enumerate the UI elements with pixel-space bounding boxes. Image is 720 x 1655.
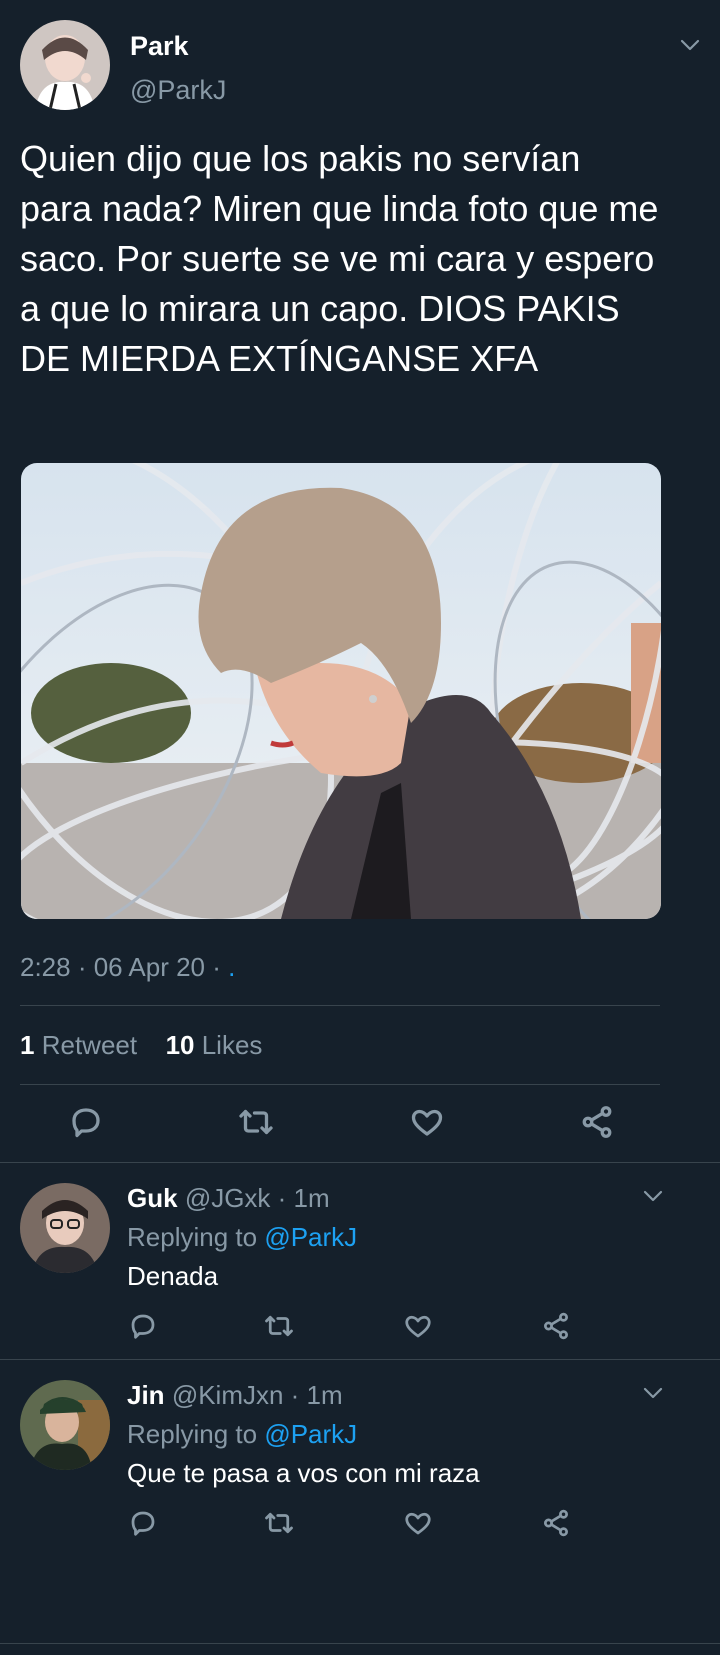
reply-menu-button[interactable]: [643, 1386, 663, 1404]
reply-icon: [131, 1511, 155, 1536]
reply-author-name[interactable]: Jin: [127, 1380, 165, 1410]
like-icon: [405, 1315, 431, 1338]
likes-label: Likes: [201, 1030, 263, 1060]
reply-action-reply[interactable]: [128, 1311, 158, 1341]
retweet-button[interactable]: [238, 1104, 274, 1140]
like-icon: [405, 1512, 431, 1535]
replying-to-handle[interactable]: @ParkJ: [264, 1419, 357, 1449]
share-icon: [544, 1312, 568, 1340]
reply-action-retweet[interactable]: [264, 1508, 294, 1538]
tweet-photo[interactable]: [21, 463, 661, 919]
chevron-down-icon: [643, 1190, 663, 1202]
reply-header: Jin @KimJxn · 1m: [127, 1378, 343, 1412]
chevron-down-icon: [680, 39, 700, 51]
reply-button[interactable]: [68, 1104, 104, 1140]
reply-menu-button[interactable]: [643, 1189, 663, 1207]
replying-to-handle[interactable]: @ParkJ: [264, 1222, 357, 1252]
retweets-label: Retweet: [41, 1030, 138, 1060]
retweets-count: 1: [20, 1030, 35, 1060]
reply-avatar[interactable]: [20, 1380, 110, 1470]
like-button[interactable]: [409, 1104, 445, 1140]
retweet-icon: [265, 1512, 293, 1534]
share-button[interactable]: [579, 1104, 615, 1140]
reply-author-meta[interactable]: @KimJxn · 1m: [172, 1380, 343, 1410]
reply-icon: [131, 1314, 155, 1339]
reply-item[interactable]: Guk @JGxk · 1m Replying to @ParkJ Denada: [0, 1163, 720, 1359]
share-icon: [582, 1106, 612, 1138]
retweet-icon: [239, 1109, 273, 1135]
reply-action-share[interactable]: [541, 1311, 571, 1341]
tweet-timestamp: 2:28 · 06 Apr 20 · .: [20, 950, 235, 984]
author-handle[interactable]: @ParkJ: [130, 74, 226, 106]
chevron-down-icon: [643, 1387, 663, 1399]
divider: [20, 1005, 660, 1006]
reply-avatar[interactable]: [20, 1183, 110, 1273]
photo-illustration: [21, 463, 661, 919]
reply-author-name[interactable]: Guk: [127, 1183, 178, 1213]
reply-icon: [72, 1108, 100, 1138]
reply-text: Denada: [127, 1261, 219, 1291]
replying-to-label: Replying to: [127, 1222, 258, 1252]
timestamp-text: 2:28 · 06 Apr 20 ·: [20, 952, 221, 982]
share-icon: [544, 1509, 568, 1537]
reply-action-share[interactable]: [541, 1508, 571, 1538]
retweet-icon: [265, 1315, 293, 1337]
author-avatar[interactable]: [20, 20, 110, 110]
reply-action-like[interactable]: [403, 1508, 433, 1538]
like-icon: [411, 1109, 443, 1136]
reply-action-reply[interactable]: [128, 1508, 158, 1538]
retweets-stat[interactable]: 1 Retweet: [20, 1030, 144, 1060]
reply-author-meta[interactable]: @JGxk · 1m: [185, 1183, 330, 1213]
author-name[interactable]: Park: [130, 30, 189, 62]
reply-action-retweet[interactable]: [264, 1311, 294, 1341]
reply-item[interactable]: Jin @KimJxn · 1m Replying to @ParkJ Que …: [0, 1360, 720, 1556]
reply-text: Que te pasa a vos con mi raza: [127, 1458, 480, 1488]
reply-action-like[interactable]: [403, 1311, 433, 1341]
divider: [0, 1643, 720, 1644]
source-link[interactable]: .: [228, 952, 235, 982]
tweet-menu-button[interactable]: [680, 38, 700, 56]
likes-stat[interactable]: 10 Likes: [166, 1030, 263, 1060]
tweet-text: Quien dijo que los pakis no servían para…: [20, 138, 659, 379]
replying-to: Replying to @ParkJ: [127, 1417, 357, 1451]
reply-header: Guk @JGxk · 1m: [127, 1181, 330, 1215]
replying-to-label: Replying to: [127, 1419, 258, 1449]
likes-count: 10: [165, 1030, 195, 1060]
divider: [20, 1084, 660, 1085]
tweet-stats: 1 Retweet 10 Likes: [20, 1028, 262, 1062]
replying-to: Replying to @ParkJ: [127, 1220, 357, 1254]
